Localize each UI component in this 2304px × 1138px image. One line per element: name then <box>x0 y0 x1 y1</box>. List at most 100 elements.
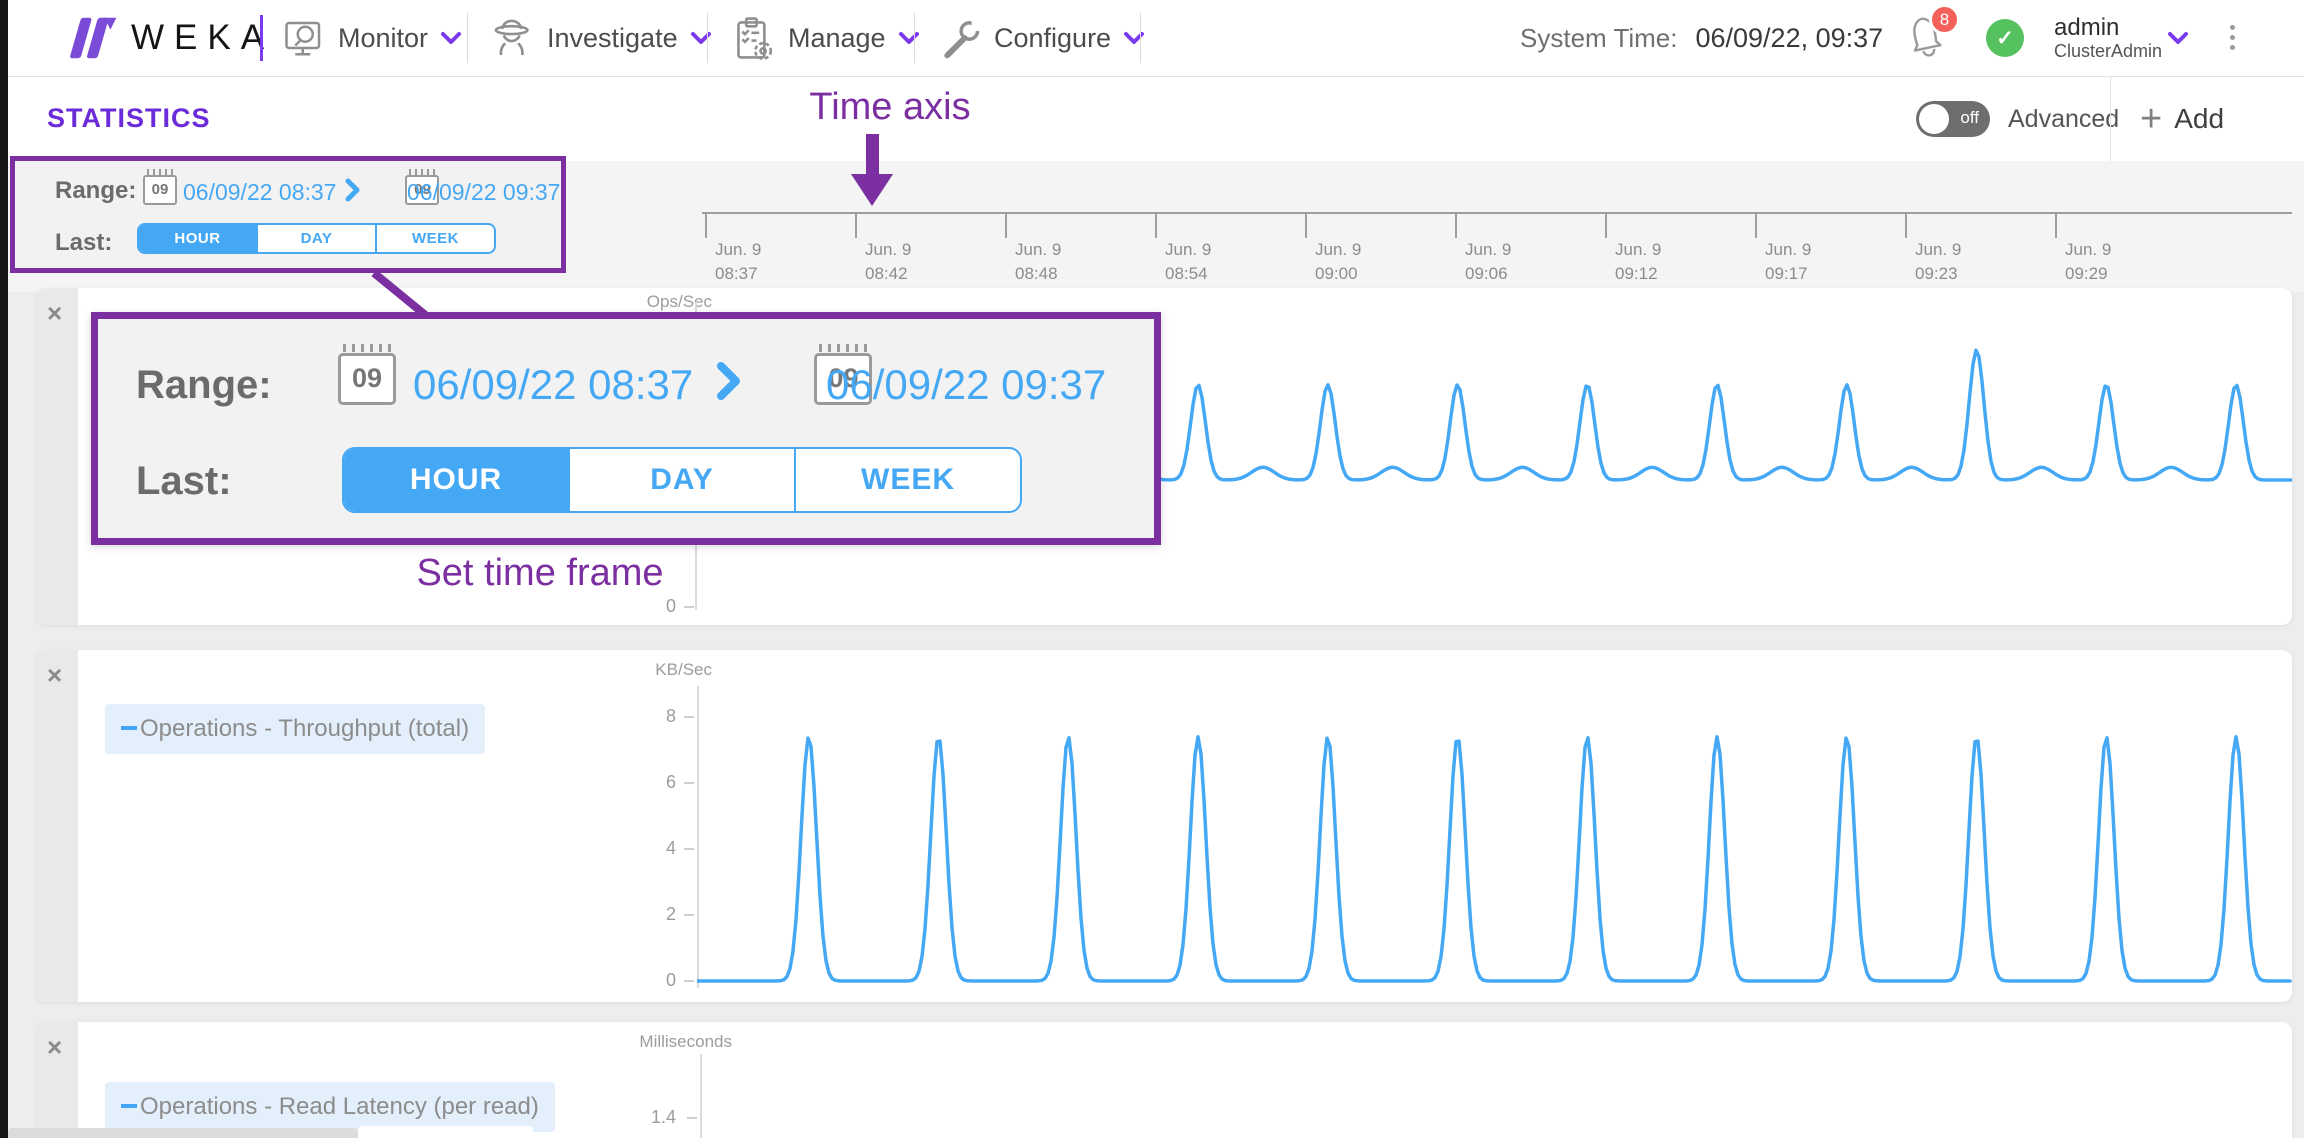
y-tick-label: 1.4 <box>596 1108 676 1126</box>
calendar-icon[interactable]: 09 <box>338 353 396 405</box>
chevron-down-icon <box>1124 31 1144 45</box>
close-chart-button[interactable]: × <box>47 662 62 688</box>
y-tick-mark <box>684 848 694 850</box>
last-day-button[interactable]: DAY <box>258 225 377 252</box>
set-time-frame-annotation-label: Set time frame <box>330 552 750 595</box>
page-bottom-strip <box>358 1126 533 1138</box>
time-frame-callout: Range: 09 06/09/22 08:37 09 06/09/22 09:… <box>91 312 1161 545</box>
last-hour-button-large[interactable]: HOUR <box>344 449 570 511</box>
y-tick-label: 0 <box>596 597 676 615</box>
chevron-down-icon <box>2168 31 2188 45</box>
toggle-knob <box>1919 104 1949 134</box>
user-menu[interactable]: admin ClusterAdmin <box>2054 0 2162 76</box>
y-tick-label: 8 <box>596 707 676 725</box>
weka-logo[interactable]: WEKA <box>64 0 274 76</box>
time-axis-line <box>702 212 2292 214</box>
range-label: Range: <box>55 177 136 205</box>
y-tick-label: 4 <box>596 839 676 857</box>
chevron-down-icon <box>441 31 461 45</box>
chart-unit-label: Ops/Sec <box>562 292 712 312</box>
advanced-label: Advanced <box>2008 105 2119 134</box>
nav-label-configure: Configure <box>994 23 1111 54</box>
y-tick-label: 2 <box>596 905 676 923</box>
time-axis[interactable]: Jun. 908:37Jun. 908:42Jun. 908:48Jun. 90… <box>702 212 2292 292</box>
nav-menu-manage[interactable]: Manage <box>733 0 919 76</box>
nav-label-investigate: Investigate <box>547 23 678 54</box>
toggle-state-label: off <box>1960 108 1979 128</box>
detective-icon <box>492 17 534 59</box>
monitor-search-icon <box>283 18 325 58</box>
annotation-arrow-head <box>851 174 893 206</box>
overflow-menu-button[interactable] <box>2230 20 2235 55</box>
range-start-value[interactable]: 06/09/22 08:37 <box>183 179 336 206</box>
time-axis-annotation-label: Time axis <box>780 86 1000 129</box>
last-week-button-large[interactable]: WEEK <box>796 449 1020 511</box>
last-week-button[interactable]: WEEK <box>377 225 494 252</box>
cluster-status: ✓ <box>1986 0 2024 76</box>
nav-menu-configure[interactable]: Configure <box>939 0 1144 76</box>
y-tick-mark <box>684 980 694 982</box>
system-time-label: System Time: <box>1520 23 1677 54</box>
y-tick-label: 0 <box>596 971 676 989</box>
notifications-button[interactable]: 8 <box>1901 10 1949 65</box>
calendar-icon[interactable]: 09 <box>143 175 177 205</box>
nav-divider <box>1140 13 1141 63</box>
user-menu-chevron[interactable] <box>2168 0 2188 76</box>
system-time-value: 06/09/22, 09:37 <box>1695 23 1883 54</box>
chart-card-handle <box>36 288 78 625</box>
y-tick-label: 6 <box>596 773 676 791</box>
y-tick-mark <box>687 1117 697 1119</box>
chart-card-handle <box>36 650 78 1002</box>
chart-card-read-latency: × Milliseconds Operations - Read Latency… <box>36 1022 2292 1138</box>
clipboard-gear-icon <box>733 16 775 60</box>
close-chart-button[interactable]: × <box>47 300 62 326</box>
y-tick-mark <box>684 914 694 916</box>
range-end-value-large[interactable]: 06/09/22 09:37 <box>826 361 1106 409</box>
annotation-arrow <box>866 134 879 176</box>
series-color-dash-icon <box>121 1104 137 1108</box>
chevron-down-icon <box>899 31 919 45</box>
chevron-right-icon <box>716 361 742 401</box>
chart-unit-label: Milliseconds <box>582 1032 732 1052</box>
wrench-icon <box>939 17 981 59</box>
chevron-right-icon <box>345 178 361 202</box>
y-axis-line <box>697 686 699 988</box>
y-tick-mark <box>684 606 694 608</box>
time-frame-annotation-outline: Range: 09 06/09/22 08:37 09 06/09/22 09:… <box>10 156 566 273</box>
nav-divider <box>467 13 468 63</box>
header-divider <box>2110 77 2111 161</box>
last-label-large: Last: <box>136 459 232 504</box>
brand-divider <box>260 15 263 61</box>
chart-unit-label: KB/Sec <box>562 660 712 680</box>
last-label: Last: <box>55 229 112 257</box>
nav-menu-investigate[interactable]: Investigate <box>492 0 711 76</box>
series-legend-label: Operations - Throughput (total) <box>140 715 469 742</box>
top-nav-bar: WEKA Monitor Investigate <box>8 0 2304 77</box>
last-segmented-control-large: HOUR DAY WEEK <box>342 447 1022 513</box>
weka-logo-icon <box>64 11 118 65</box>
last-day-button-large[interactable]: DAY <box>570 449 796 511</box>
screen-edge-strip <box>0 0 8 1138</box>
range-end-value[interactable]: 06/09/22 09:37 <box>407 179 560 206</box>
y-tick-mark <box>684 782 694 784</box>
y-axis-line <box>700 1054 702 1138</box>
last-hour-button[interactable]: HOUR <box>139 225 258 252</box>
advanced-toggle[interactable]: off <box>1916 101 1990 137</box>
nav-menu-monitor[interactable]: Monitor <box>283 0 461 76</box>
statistics-page: WEKA Monitor Investigate <box>0 0 2304 1138</box>
range-start-value-large[interactable]: 06/09/22 08:37 <box>413 361 693 409</box>
series-legend[interactable]: Operations - Throughput (total) <box>105 704 485 754</box>
y-tick-mark <box>684 716 694 718</box>
nav-divider <box>707 13 708 63</box>
chart-card-throughput: × KB/Sec Operations - Throughput (total)… <box>36 650 2292 1002</box>
page-header: STATISTICS off Advanced + Add <box>8 77 2304 162</box>
series-legend[interactable]: Operations - Read Latency (per read) <box>105 1082 555 1132</box>
cluster-healthy-check-icon: ✓ <box>1986 19 2024 57</box>
brand-name: WEKA <box>131 18 274 58</box>
notification-count-badge: 8 <box>1929 4 1960 35</box>
close-chart-button[interactable]: × <box>47 1034 62 1060</box>
page-bottom-strip <box>8 1128 358 1138</box>
user-role: ClusterAdmin <box>2054 41 2162 61</box>
add-chart-button[interactable]: + Add <box>2140 77 2224 161</box>
series-color-dash-icon <box>121 726 137 730</box>
